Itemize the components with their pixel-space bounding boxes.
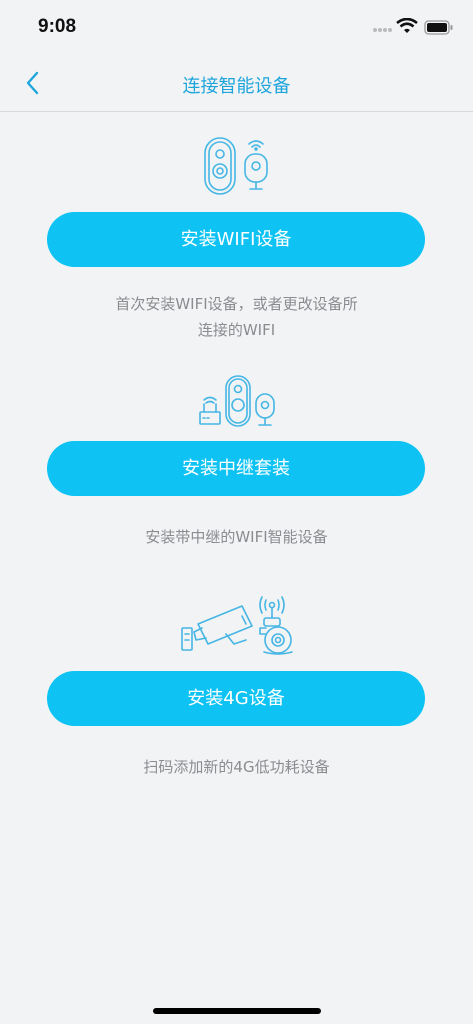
install-wifi-desc-line1: 首次安装WIFI设备，或者更改设备所	[115, 295, 358, 313]
install-wifi-button[interactable]: 安装WIFI设备	[47, 212, 425, 267]
4g-camera-icon	[181, 596, 293, 655]
install-4g-button[interactable]: 安装4G设备	[47, 671, 425, 726]
wifi-status-icon	[396, 18, 418, 33]
nav-bar: 连接智能设备	[0, 56, 473, 112]
install-repeater-desc: 安装带中继的WIFI智能设备	[145, 528, 328, 546]
install-wifi-desc-line2: 连接的WIFI	[197, 321, 276, 339]
doorbell-camera-icon	[204, 137, 268, 195]
install-4g-desc: 扫码添加新的4G低功耗设备	[143, 758, 330, 776]
home-indicator	[153, 1008, 321, 1014]
install-wifi-desc: 首次安装WIFI设备，或者更改设备所 连接的WIFI	[60, 291, 413, 343]
battery-icon	[424, 20, 453, 35]
status-bar: 9:08	[0, 0, 473, 56]
status-time: 9:08	[38, 16, 77, 37]
page-title: 连接智能设备	[182, 76, 291, 97]
repeater-kit-icon	[199, 375, 275, 427]
install-repeater-button[interactable]: 安装中继套装	[47, 441, 425, 496]
signal-icon	[373, 28, 392, 32]
